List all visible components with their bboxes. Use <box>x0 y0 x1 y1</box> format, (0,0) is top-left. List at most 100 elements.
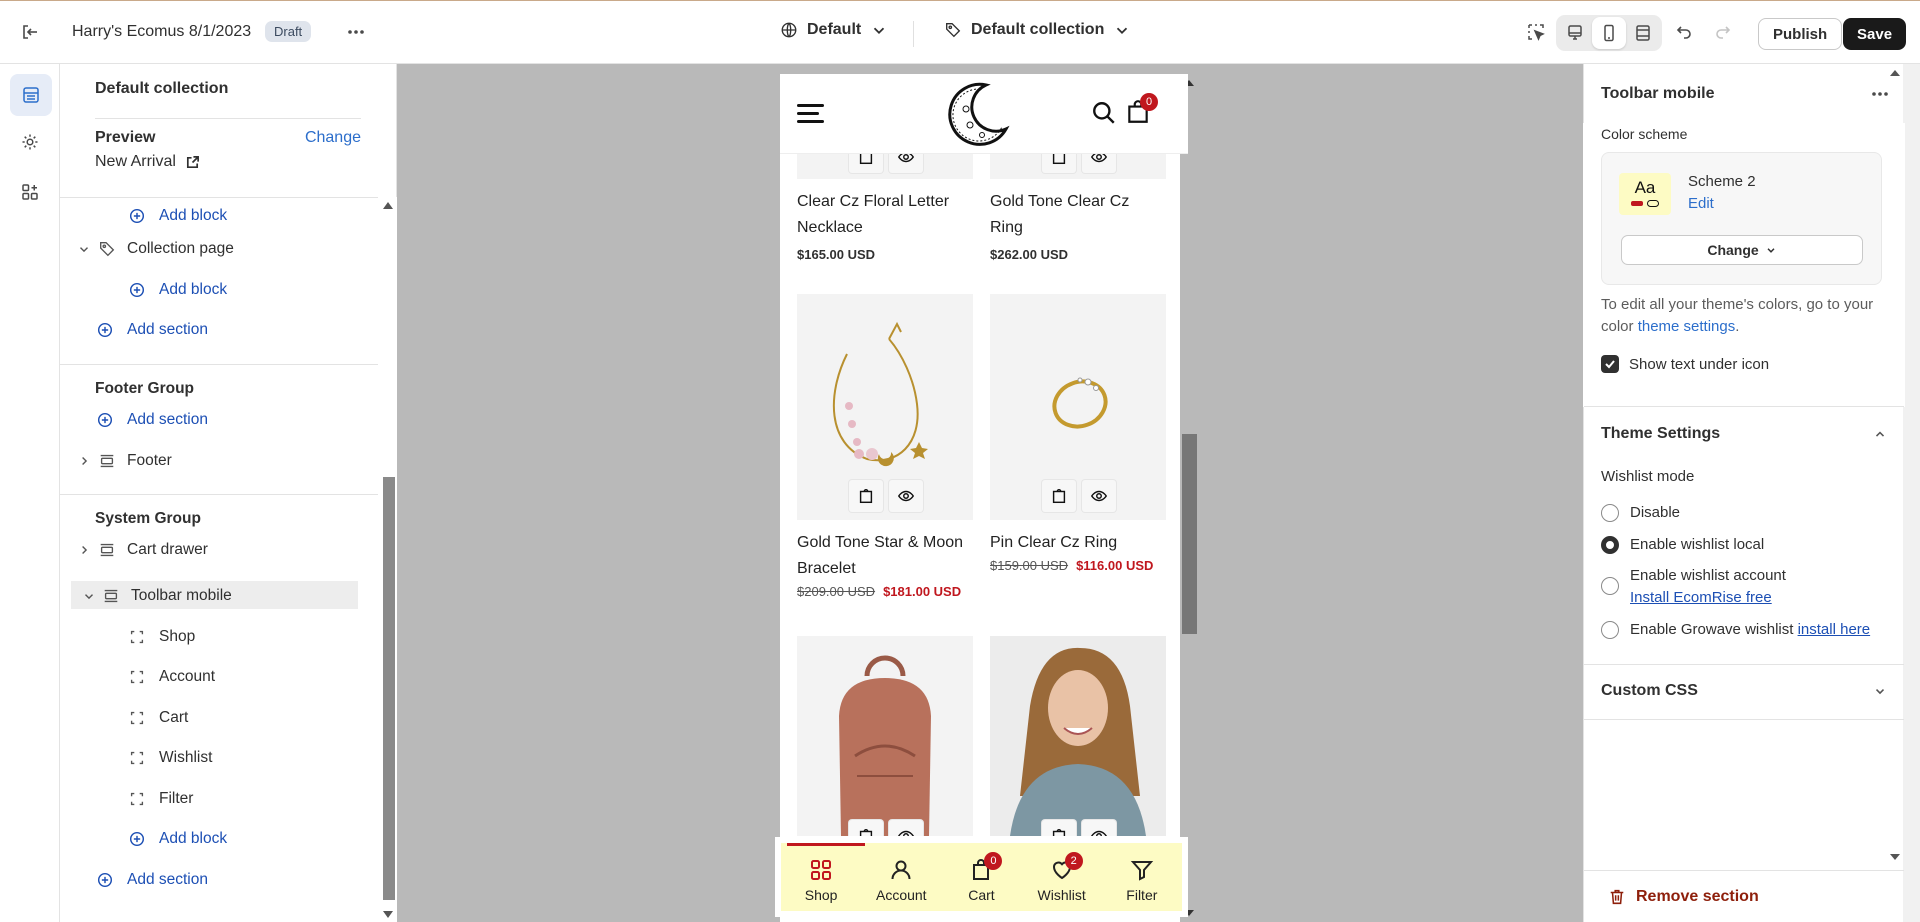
toolbar-wishlist[interactable]: 2 Wishlist <box>1027 851 1097 903</box>
tree-item-toolbar-mobile-selected[interactable]: Toolbar mobile <box>63 573 366 617</box>
add-section-button[interactable]: Add section <box>60 312 378 348</box>
toolbar-cart[interactable]: 0 Cart <box>946 851 1016 903</box>
product-card[interactable]: Gold Tone Clear Cz Ring $262.00 USD <box>990 189 1166 262</box>
add-to-cart-icon[interactable] <box>849 480 883 512</box>
product-image[interactable] <box>797 636 973 836</box>
scroll-down-icon[interactable] <box>383 911 393 918</box>
product-image[interactable] <box>990 636 1166 836</box>
divider <box>913 21 914 47</box>
quick-view-icon[interactable] <box>1082 820 1116 836</box>
scroll-down-icon[interactable] <box>1890 854 1900 860</box>
product-card[interactable]: Gold Tone Star & Moon Bracelet $209.00 U… <box>797 294 973 599</box>
product-old-price: $209.00 USD <box>797 584 876 599</box>
product-card[interactable] <box>797 636 973 836</box>
radio-button-selected[interactable] <box>1601 536 1619 554</box>
preview-scrollbar[interactable] <box>1180 74 1199 922</box>
preview-value[interactable]: New Arrival <box>95 153 361 171</box>
custom-css-header[interactable]: Custom CSS <box>1601 682 1887 700</box>
checkbox-checked[interactable] <box>1601 355 1619 373</box>
redo-icon[interactable] <box>1705 14 1741 50</box>
exit-icon[interactable] <box>12 14 48 50</box>
chevron-down-icon[interactable] <box>82 589 96 603</box>
desktop-view-icon[interactable] <box>1558 17 1592 49</box>
template-selector[interactable]: Default collection <box>944 21 1131 39</box>
fullscreen-view-icon[interactable] <box>1626 17 1660 49</box>
radio-button[interactable] <box>1601 577 1619 595</box>
show-text-checkbox[interactable]: Show text under icon <box>1601 355 1769 373</box>
toolbar-shop[interactable]: Shop <box>786 858 856 903</box>
mobile-view-icon[interactable] <box>1592 17 1626 49</box>
add-block-button[interactable]: Add block <box>60 272 378 308</box>
product-card[interactable] <box>990 636 1166 836</box>
apps-icon[interactable] <box>12 174 48 210</box>
scrollbar-thumb[interactable] <box>1182 434 1197 634</box>
group-label-system: System Group <box>95 510 201 527</box>
add-to-cart-icon[interactable] <box>1042 480 1076 512</box>
install-here-link[interactable]: install here <box>1798 621 1871 638</box>
show-text-label: Show text under icon <box>1629 355 1770 373</box>
quick-view-icon[interactable] <box>1082 480 1116 512</box>
chevron-down-icon <box>1117 27 1128 34</box>
product-name[interactable]: Pin Clear Cz Ring <box>990 530 1166 556</box>
menu-icon[interactable] <box>797 104 824 124</box>
chevron-right-icon[interactable] <box>77 454 91 468</box>
radio-growave-wishlist[interactable]: Enable Growave wishlist install here <box>1601 619 1870 641</box>
add-to-cart-icon[interactable] <box>849 820 883 836</box>
change-preview-link[interactable]: Change <box>305 129 361 147</box>
toolbar-filter[interactable]: Filter <box>1107 858 1177 903</box>
chevron-down-icon[interactable] <box>77 242 91 256</box>
quick-view-icon[interactable] <box>889 820 923 836</box>
radio-wishlist-local[interactable]: Enable wishlist local <box>1601 534 1764 556</box>
radio-button[interactable] <box>1601 621 1619 639</box>
more-options-icon[interactable] <box>338 14 374 50</box>
product-card[interactable]: Pin Clear Cz Ring $159.00 USD $116.00 USD <box>990 294 1166 573</box>
quick-view-icon[interactable] <box>889 480 923 512</box>
tree-item-account[interactable]: Account <box>60 659 378 695</box>
settings-scrollbar[interactable] <box>1886 64 1903 922</box>
save-button[interactable]: Save <box>1843 18 1907 50</box>
add-block-button[interactable]: Add block <box>60 821 378 857</box>
product-name[interactable]: Clear Cz Floral Letter Necklace <box>797 189 973 241</box>
edit-scheme-link[interactable]: Edit <box>1688 195 1714 212</box>
install-ecomrise-link[interactable]: Install EcomRise free <box>1630 589 1772 606</box>
product-card[interactable]: Clear Cz Floral Letter Necklace $165.00 … <box>797 189 973 262</box>
theme-settings-header[interactable]: Theme Settings <box>1601 425 1887 443</box>
tree-item-collection-page[interactable]: Collection page <box>60 231 378 267</box>
add-to-cart-icon[interactable] <box>1042 820 1076 836</box>
tree-item-footer[interactable]: Footer <box>60 443 378 479</box>
tree-item-wishlist[interactable]: Wishlist <box>60 740 378 776</box>
add-section-button[interactable]: Add section <box>60 402 378 438</box>
store-logo[interactable] <box>944 79 1014 149</box>
inspector-icon[interactable] <box>1518 14 1554 50</box>
scroll-up-icon[interactable] <box>1890 70 1900 76</box>
scroll-up-icon[interactable] <box>383 202 393 209</box>
panel-scrollbar[interactable] <box>378 197 397 922</box>
product-image[interactable] <box>797 294 973 520</box>
change-scheme-button[interactable]: Change <box>1621 235 1863 265</box>
search-icon[interactable] <box>1091 100 1117 126</box>
gear-icon[interactable] <box>12 124 48 160</box>
radio-wishlist-account[interactable]: Enable wishlist account Install EcomRise … <box>1601 565 1786 609</box>
product-name[interactable]: Gold Tone Star & Moon Bracelet <box>797 530 973 582</box>
theme-settings-link[interactable]: theme settings <box>1638 318 1736 335</box>
chevron-right-icon[interactable] <box>77 543 91 557</box>
tree-item-filter[interactable]: Filter <box>60 781 378 817</box>
radio-disable[interactable]: Disable <box>1601 502 1680 524</box>
remove-section-button[interactable]: Remove section <box>1584 870 1904 922</box>
add-block-button[interactable]: Add block <box>60 198 378 234</box>
publish-button[interactable]: Publish <box>1758 18 1843 50</box>
sections-icon[interactable] <box>10 74 52 116</box>
radio-button[interactable] <box>1601 504 1619 522</box>
tree-item-cart-drawer[interactable]: Cart drawer <box>60 532 378 568</box>
mobile-toolbar[interactable]: Shop Account 0 Cart 2 Wishlist Filter <box>775 837 1188 917</box>
theme-selector[interactable]: Default <box>780 21 888 39</box>
undo-icon[interactable] <box>1666 14 1702 50</box>
change-scheme-label: Change <box>1707 242 1759 258</box>
product-name[interactable]: Gold Tone Clear Cz Ring <box>990 189 1166 241</box>
product-image[interactable] <box>990 294 1166 520</box>
tree-item-shop[interactable]: Shop <box>60 619 378 655</box>
add-section-button[interactable]: Add section <box>60 862 378 898</box>
tree-item-cart[interactable]: Cart <box>60 700 378 736</box>
scrollbar-thumb[interactable] <box>383 477 395 900</box>
toolbar-account[interactable]: Account <box>866 858 936 903</box>
